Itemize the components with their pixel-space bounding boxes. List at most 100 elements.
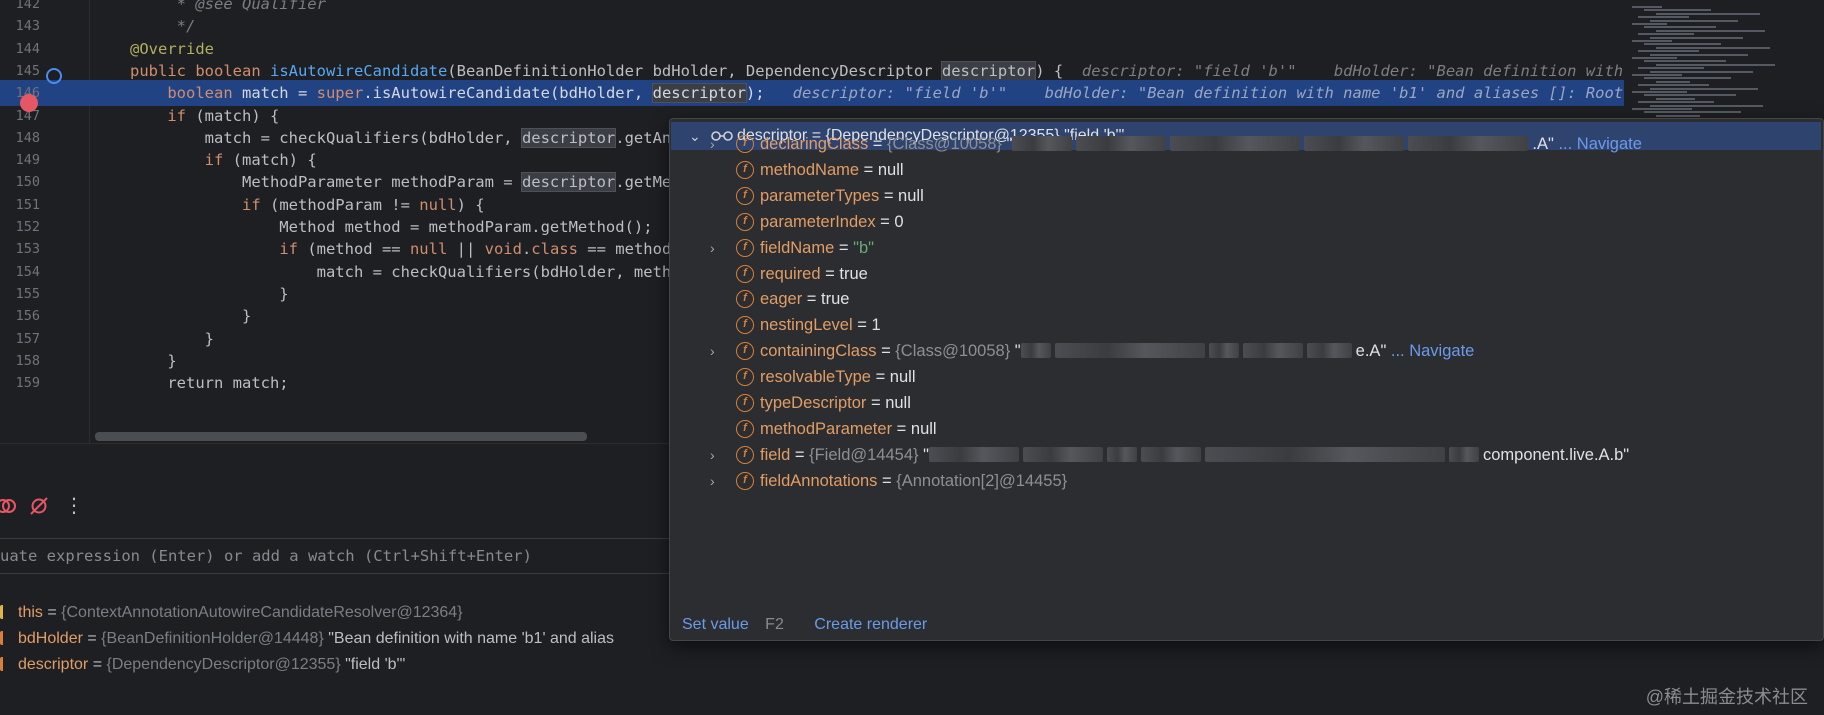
- variable-type: {DependencyDescriptor@12355}: [106, 656, 341, 673]
- field-value: null: [910, 419, 937, 438]
- field-type: {Field@14454}: [809, 445, 919, 464]
- more-options-icon[interactable]: ⋮: [64, 493, 84, 517]
- code-token: (match) {: [223, 151, 317, 170]
- field-name: declaringClass: [760, 135, 869, 153]
- field-name: fieldName: [760, 238, 835, 257]
- redacted-text: [1304, 136, 1405, 151]
- code-token: );: [745, 84, 793, 103]
- code-token: (methodParam !=: [260, 195, 420, 214]
- variable-value: "field 'b'": [340, 656, 406, 673]
- code-token: */: [130, 17, 196, 36]
- minimap-line: [1632, 40, 1672, 42]
- minimap-line: [1656, 97, 1695, 100]
- navigate-link[interactable]: ... Navigate: [1554, 135, 1641, 153]
- redacted-text: [1408, 136, 1529, 151]
- minimap-line: [1638, 50, 1699, 53]
- field-eq: =: [866, 394, 886, 412]
- code-token: void: [484, 240, 522, 259]
- field-icon: f: [736, 264, 754, 283]
- code-token: .: [521, 240, 532, 259]
- minimap-line: [1656, 46, 1770, 49]
- field-value: 1: [871, 316, 881, 335]
- variable-eq: =: [42, 604, 62, 621]
- popup-field-row[interactable]: › f fieldAnnotations = {Annotation[2]@1445…: [670, 466, 1820, 496]
- breakpoint-icon[interactable]: [20, 94, 38, 112]
- field-type: {Annotation[2]@14455}: [896, 471, 1068, 490]
- code-token: if: [241, 195, 261, 214]
- minimap-line: [1650, 87, 1758, 90]
- set-value-link[interactable]: Set value: [682, 616, 749, 633]
- field-eq: =: [868, 135, 888, 153]
- field-icon: f: [736, 238, 754, 257]
- code-token: return match;: [130, 374, 289, 393]
- disable-breakpoint-icon[interactable]: [28, 495, 50, 517]
- redacted-text: [1140, 446, 1201, 462]
- variable-row[interactable]: descriptor = {DependencyDescriptor@12355…: [0, 651, 405, 679]
- code-token: boolean: [130, 84, 242, 103]
- field-eq: =: [859, 160, 878, 179]
- minimap-line: [1656, 80, 1690, 83]
- field-name: eager: [760, 290, 803, 309]
- override-icon[interactable]: [46, 68, 62, 84]
- minimap-line: [1644, 26, 1716, 29]
- code-token: descriptor: "field 'b'" bdHolder: "Bean …: [1081, 61, 1708, 80]
- minimap-line: [1632, 6, 1662, 8]
- field-value-tail: e.A": [1355, 342, 1387, 361]
- redacted-text: [1306, 343, 1352, 359]
- field-icon: f: [736, 186, 754, 205]
- chevron-right-icon[interactable]: ›: [710, 466, 715, 496]
- field-eq: =: [877, 471, 897, 490]
- horizontal-scrollbar[interactable]: [95, 432, 587, 441]
- minimap-line: [1644, 111, 1741, 114]
- variable-name: descriptor: [18, 656, 89, 673]
- field-eq: =: [820, 264, 840, 283]
- field-icon: f: [736, 445, 754, 464]
- code-token: * @see Qualifier: [130, 0, 326, 13]
- variable-type: {BeanDefinitionHolder@14448}: [101, 630, 324, 647]
- redacted-text: [1022, 446, 1103, 462]
- code-token: public boolean: [130, 61, 270, 80]
- field-icon: f: [736, 212, 754, 231]
- mute-breakpoints-icon[interactable]: [0, 495, 18, 517]
- code-token: @Override: [130, 39, 214, 58]
- redacted-text: [1076, 136, 1167, 151]
- variable-row[interactable]: bdHolder = {BeanDefinitionHolder@14448} …: [0, 625, 614, 653]
- field-eq: =: [834, 238, 854, 257]
- field-icon: f: [736, 394, 754, 412]
- minimap-line: [1644, 43, 1721, 46]
- field-name: fieldAnnotations: [760, 471, 878, 490]
- minimap-line: [1650, 104, 1763, 107]
- field-value-tail: component.live.A.b": [1482, 445, 1630, 464]
- navigate-link[interactable]: ... Navigate: [1386, 342, 1474, 360]
- field-icon: f: [736, 290, 754, 309]
- field-type: {Class@10058}: [895, 342, 1011, 361]
- field-name: typeDescriptor: [760, 394, 867, 412]
- code-token: descriptor: [940, 60, 1037, 81]
- code-text: return match;: [130, 370, 289, 396]
- variable-value: "Bean definition with name 'b1' and alia…: [323, 630, 614, 647]
- field-name: nestingLevel: [760, 316, 853, 335]
- set-value-shortcut: F2: [765, 616, 784, 633]
- debug-toolbar: ⋮: [0, 489, 680, 525]
- field-eq: =: [852, 316, 872, 335]
- code-token: match =: [241, 84, 317, 103]
- create-renderer-link[interactable]: Create renderer: [814, 616, 927, 633]
- minimap-line: [1632, 108, 1692, 110]
- variable-row[interactable]: this = {ContextAnnotationAutowireCandida…: [0, 599, 463, 627]
- field-name: containingClass: [760, 342, 877, 361]
- code-token: if: [167, 106, 186, 125]
- field-value-tail: .A": [1532, 135, 1554, 153]
- code-token: class: [531, 240, 578, 259]
- minimap-line: [1638, 84, 1709, 87]
- code-token: ||: [447, 240, 485, 259]
- evaluate-expression-input[interactable]: uate expression (Enter) or add a watch (…: [0, 538, 680, 574]
- parameter-icon: [0, 657, 12, 671]
- field-stack-icon: [0, 605, 12, 619]
- field-name: parameterIndex: [760, 212, 876, 231]
- field-value: null: [889, 368, 916, 387]
- field-value: null: [898, 186, 924, 205]
- code-token: descriptor: [651, 83, 747, 104]
- field-entry: fieldAnnotations = {Annotation[2]@14455}: [760, 466, 1067, 496]
- field-eq: =: [870, 368, 890, 387]
